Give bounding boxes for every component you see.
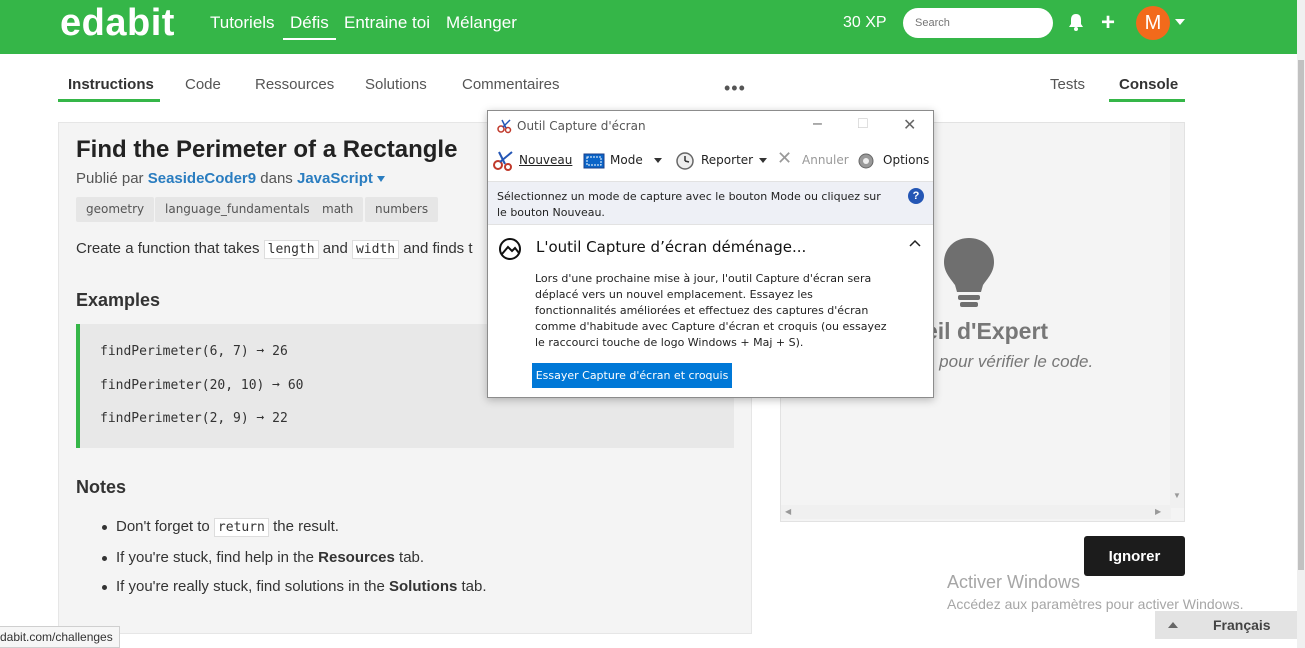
search-input[interactable] (903, 8, 1053, 38)
published-by-label: Publié par (76, 170, 144, 187)
create-plus-icon[interactable]: + (1101, 9, 1115, 37)
maximize-icon[interactable]: □ (858, 115, 868, 133)
note-item: Don't forget to return the result. (102, 518, 339, 537)
in-label: dans (260, 170, 293, 187)
delay-dropdown-icon[interactable] (759, 158, 767, 163)
nav-link-tutoriels[interactable]: Tutoriels (210, 13, 275, 33)
notes-heading: Notes (76, 477, 127, 497)
note-bold: Solutions (389, 578, 458, 595)
language-selector-label[interactable]: Français (1213, 617, 1271, 633)
more-options-icon[interactable]: ••• (724, 78, 746, 99)
snip-sketch-icon (499, 238, 521, 260)
example-line: findPerimeter(6, 7) ➞ 26 (100, 344, 288, 359)
new-snip-icon[interactable] (492, 150, 516, 172)
xp-counter[interactable]: 30 XP (843, 14, 887, 32)
status-bar-url: dabit.com/challenges (0, 626, 120, 648)
tag-geometry[interactable]: geometry (76, 197, 155, 222)
nav-link-entraine-toi[interactable]: Entraine toi (344, 13, 430, 33)
note-text: tab. (461, 578, 487, 595)
scroll-down-arrow-icon[interactable]: ▼ (1173, 491, 1181, 500)
scroll-left-arrow-icon[interactable]: ◀ (785, 507, 791, 516)
delay-button[interactable]: Reporter (701, 153, 753, 167)
windows-activation-title: Activer Windows (947, 572, 1081, 592)
options-button[interactable]: Options (883, 153, 929, 167)
author-link[interactable]: SeasideCoder9 (148, 170, 256, 187)
mode-icon[interactable] (583, 153, 605, 169)
cancel-x-icon[interactable]: ✕ (777, 148, 792, 169)
close-icon[interactable]: ✕ (903, 115, 916, 135)
inline-code-length: length (263, 240, 319, 259)
help-icon[interactable]: ? (908, 188, 924, 204)
example-line: findPerimeter(20, 10) ➞ 60 (100, 378, 304, 393)
language-dropdown-icon[interactable] (377, 176, 386, 183)
nav-link-melanger[interactable]: Mélanger (446, 13, 517, 33)
examples-heading: Examples (76, 290, 161, 310)
inline-code-return: return (213, 518, 269, 537)
tab-commentaires[interactable]: Commentaires (462, 76, 560, 93)
note-item: If you're stuck, find help in the Resour… (101, 549, 425, 566)
active-right-tab-indicator (1109, 99, 1185, 102)
ignore-button[interactable]: Ignorer (1084, 536, 1185, 576)
moving-notice-title: L'outil Capture d’écran déménage... (536, 238, 807, 256)
tab-solutions[interactable]: Solutions (365, 76, 427, 93)
lightbulb-icon (944, 238, 994, 307)
note-text: the result. (273, 518, 339, 535)
mode-dropdown-icon[interactable] (654, 158, 662, 163)
cancel-button[interactable]: Annuler (802, 153, 849, 167)
tab-code[interactable]: Code (185, 76, 221, 93)
snipping-info-text: Sélectionnez un mode de capture avec le … (497, 190, 881, 219)
console-vertical-scrollbar[interactable]: ▼ (1170, 123, 1184, 508)
language-link[interactable]: JavaScript (297, 170, 373, 187)
edabit-logo[interactable]: edabit (60, 2, 175, 45)
mode-button[interactable]: Mode (610, 153, 643, 167)
user-avatar[interactable]: M (1136, 6, 1170, 40)
chevron-up-icon[interactable] (1168, 622, 1178, 628)
snipping-info-bar: Sélectionnez un mode de capture avec le … (488, 181, 933, 225)
desc-text-3: and finds t (403, 240, 473, 257)
page-scrollbar[interactable] (1297, 0, 1305, 648)
note-text: tab. (399, 549, 425, 566)
example-line: findPerimeter(2, 9) ➞ 22 (100, 411, 288, 426)
nav-link-defis[interactable]: Défis (283, 13, 336, 40)
chevron-down-icon[interactable] (1175, 19, 1185, 25)
clock-icon[interactable] (675, 151, 695, 171)
snipping-toolbar: Nouveau Mode Reporter ✕ Annuler Options (488, 144, 933, 176)
minimize-icon[interactable]: – (813, 115, 822, 133)
moving-notice-body: Lors d'une prochaine mise à jour, l'outi… (535, 272, 887, 349)
tab-console[interactable]: Console (1119, 76, 1178, 93)
new-snip-button[interactable]: Nouveau (519, 153, 572, 167)
active-tab-indicator (58, 99, 160, 102)
challenge-meta: Publié par SeasideCoder9 dans JavaScript (76, 170, 386, 187)
note-bold: Resources (318, 549, 395, 566)
chevron-up-icon[interactable] (909, 239, 921, 247)
tag-numbers[interactable]: numbers (365, 197, 439, 222)
windows-activation-subtitle: Accédez aux paramètres pour activer Wind… (947, 596, 1244, 612)
desc-text-2: and (322, 240, 348, 257)
note-text: Don't forget to (116, 518, 210, 535)
tag-math[interactable]: math (312, 197, 364, 222)
top-navbar: edabit Tutoriels Défis Entraine toi Méla… (0, 0, 1297, 54)
tab-instructions[interactable]: Instructions (68, 76, 154, 93)
expert-subtitle: e pour vérifier le code. (925, 352, 1094, 371)
snipping-tool-window: Outil Capture d'écran – □ ✕ Nouveau Mode… (487, 110, 934, 398)
scroll-right-arrow-icon[interactable]: ▶ (1155, 507, 1161, 516)
challenge-description: Create a function that takes length and … (76, 240, 473, 259)
desc-text-1: Create a function that takes (76, 240, 260, 257)
console-horizontal-scrollbar[interactable]: ◀ ▶ (781, 505, 1171, 519)
note-text: If you're really stuck, find solutions i… (116, 578, 385, 595)
inline-code-width: width (351, 240, 400, 259)
gear-icon[interactable] (856, 151, 876, 171)
tab-ressources[interactable]: Ressources (255, 76, 334, 93)
snipping-tool-title: Outil Capture d'écran (517, 119, 646, 133)
note-item: If you're really stuck, find solutions i… (102, 578, 487, 595)
challenge-title: Find the Perimeter of a Rectangle (76, 136, 458, 163)
scrollbar-thumb[interactable] (1298, 60, 1304, 570)
tab-tests[interactable]: Tests (1050, 76, 1085, 93)
expert-title: eil d'Expert (925, 318, 1049, 344)
try-snip-sketch-button[interactable]: Essayer Capture d'écran et croquis (532, 363, 732, 388)
scissors-icon (497, 119, 512, 134)
notification-bell-icon[interactable] (1067, 12, 1085, 32)
note-text: If you're stuck, find help in the (116, 549, 314, 566)
tag-language-fundamentals[interactable]: language_fundamentals (155, 197, 320, 222)
